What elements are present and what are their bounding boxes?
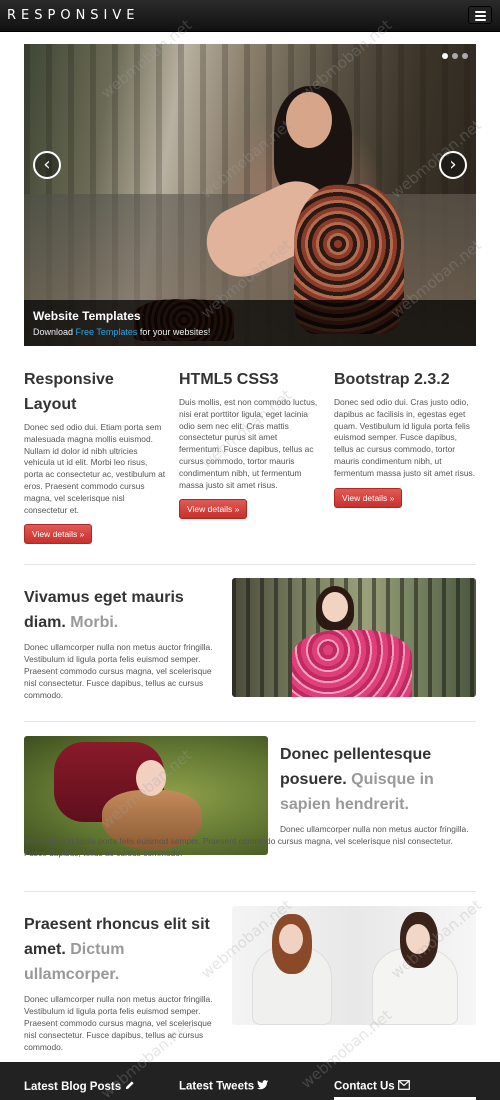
- free-templates-link[interactable]: Free Templates: [76, 327, 138, 337]
- column-text: Duis mollis, est non commodo luctus, nis…: [179, 397, 318, 490]
- featurette-text: Donec ullamcorper nulla non metus auctor…: [24, 642, 213, 700]
- footer-contact-heading: Contact Us: [334, 1080, 410, 1093]
- envelope-icon: [397, 1080, 410, 1093]
- navbar: RESPONSIVE: [0, 0, 500, 32]
- carousel-next-button[interactable]: ›: [439, 151, 467, 179]
- featurette-heading: Donec pellentesque posuere. Quisque in s…: [280, 746, 434, 813]
- column-text: Donec sed odio dui. Etiam porta sem male…: [24, 422, 166, 515]
- footer-blog-heading: Latest Blog Posts: [24, 1080, 135, 1094]
- view-details-button[interactable]: View details »: [24, 524, 93, 545]
- carousel-indicator[interactable]: [452, 53, 458, 59]
- menu-toggle-button[interactable]: [468, 6, 492, 24]
- carousel-indicators[interactable]: [442, 53, 468, 59]
- column-title: HTML5 CSS3: [179, 371, 279, 388]
- column-text: Donec sed odio dui. Cras justo odio, dap…: [334, 397, 476, 478]
- column-responsive: Responsive Layout Donec sed odio dui. Et…: [24, 367, 166, 545]
- pencil-icon: [124, 1080, 135, 1094]
- divider: [24, 564, 476, 565]
- featurette-text: Donec ullamcorper nulla non metus auctor…: [24, 824, 469, 858]
- carousel-caption: Website Templates Download Free Template…: [24, 300, 476, 346]
- column-title: Bootstrap 2.3.2: [334, 371, 450, 388]
- featurette-text: Donec ullamcorper nulla non metus auctor…: [24, 994, 213, 1052]
- featurette-heading: Vivamus eget mauris diam. Morbi.: [24, 589, 184, 631]
- column-title: Responsive Layout: [24, 371, 114, 413]
- divider: [24, 891, 476, 892]
- view-details-button[interactable]: View details »: [334, 487, 403, 508]
- view-details-button[interactable]: View details »: [179, 499, 248, 520]
- divider: [24, 721, 476, 722]
- brand-logo[interactable]: RESPONSIVE: [7, 8, 140, 23]
- carousel-indicator[interactable]: [462, 53, 468, 59]
- carousel-indicator[interactable]: [442, 53, 448, 59]
- featurette-heading: Praesent rhoncus elit sit amet. Dictum u…: [24, 916, 210, 983]
- column-bootstrap: Bootstrap 2.3.2 Donec sed odio dui. Cras…: [334, 367, 476, 508]
- twitter-icon: [257, 1080, 269, 1093]
- footer-tweets-heading: Latest Tweets: [179, 1080, 269, 1093]
- featurette-image: [232, 578, 476, 697]
- carousel-prev-button[interactable]: ‹: [33, 151, 61, 179]
- column-html5: HTML5 CSS3 Duis mollis, est non commodo …: [179, 367, 321, 520]
- caption-title: Website Templates: [33, 309, 141, 323]
- caption-text: Download Free Templates for your website…: [33, 327, 211, 337]
- hamburger-icon: [475, 11, 486, 13]
- hero-carousel[interactable]: ‹ › Website Templates Download Free Temp…: [24, 44, 476, 346]
